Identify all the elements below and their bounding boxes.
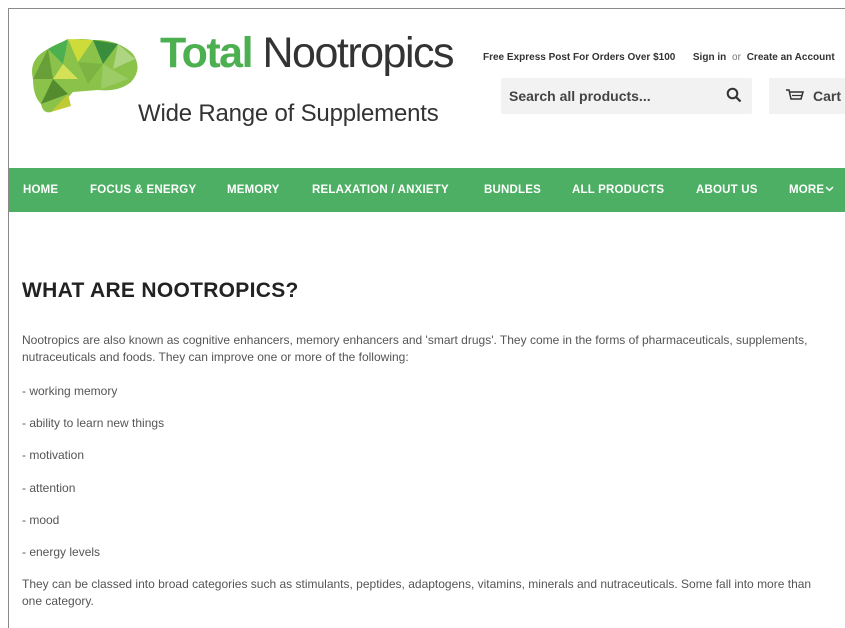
list-item: - motivation bbox=[22, 448, 85, 462]
brain-logo-icon bbox=[32, 39, 138, 113]
promo-text: Free Express Post For Orders Over $100 bbox=[483, 52, 676, 63]
nav-about-us[interactable]: ABOUT US bbox=[696, 184, 758, 196]
list-item: - attention bbox=[22, 481, 76, 495]
brand-name: Total Nootropics bbox=[160, 29, 455, 78]
nav-all-products[interactable]: ALL PRODUCTS bbox=[572, 184, 664, 196]
outro-paragraph: They can be classed into broad categorie… bbox=[22, 576, 845, 610]
intro-line: Nootropics are also known as cognitive e… bbox=[22, 333, 808, 347]
main-nav: HOME FOCUS & ENERGY MEMORY RELAXATION / … bbox=[9, 168, 845, 212]
intro-line: nutraceuticals and foods. They can impro… bbox=[22, 350, 409, 364]
list-item: - mood bbox=[22, 513, 60, 527]
nav-home[interactable]: HOME bbox=[23, 184, 58, 196]
search-input[interactable]: Search all products... bbox=[501, 78, 752, 114]
list-item: - ability to learn new things bbox=[22, 416, 165, 430]
sign-in-link[interactable]: Sign in bbox=[693, 52, 726, 63]
page-frame: Total Nootropics Wide Range of Supplemen… bbox=[8, 8, 845, 628]
cart-icon bbox=[786, 89, 804, 100]
cart-label: Cart bbox=[813, 88, 842, 104]
nav-focus-energy[interactable]: FOCUS & ENERGY bbox=[90, 184, 196, 196]
search-placeholder: Search all products... bbox=[509, 88, 651, 104]
site-logo[interactable]: Total Nootropics Wide Range of Supplemen… bbox=[23, 29, 463, 149]
page-title: WHAT ARE NOOTROPICS? bbox=[22, 279, 299, 302]
brand-tagline: Wide Range of Supplements bbox=[138, 100, 439, 127]
nav-memory[interactable]: MEMORY bbox=[227, 184, 280, 196]
list-item: - energy levels bbox=[22, 545, 101, 559]
intro-paragraph: Nootropics are also known as cognitive e… bbox=[22, 332, 845, 366]
nav-more-label: MORE bbox=[789, 184, 825, 196]
site-header: Total Nootropics Wide Range of Supplemen… bbox=[9, 9, 845, 168]
nav-relaxation-anxiety[interactable]: RELAXATION / ANXIETY bbox=[312, 184, 449, 196]
top-bar: Free Express Post For Orders Over $100 S… bbox=[483, 52, 835, 63]
or-text: or bbox=[732, 52, 741, 63]
brand-name-part2: Nootropics bbox=[262, 29, 454, 77]
create-account-link[interactable]: Create an Account bbox=[747, 52, 835, 63]
outro-line: They can be classed into broad categorie… bbox=[22, 577, 812, 591]
cart-button[interactable]: Cart bbox=[769, 78, 845, 114]
brand-name-part1: Total bbox=[160, 29, 254, 77]
nav-more[interactable]: MORE bbox=[789, 184, 834, 196]
chevron-down-icon bbox=[825, 186, 834, 192]
list-item: - working memory bbox=[22, 384, 118, 398]
outro-line: one category. bbox=[22, 594, 94, 608]
nav-bundles[interactable]: BUNDLES bbox=[484, 184, 541, 196]
search-icon[interactable] bbox=[726, 87, 742, 103]
